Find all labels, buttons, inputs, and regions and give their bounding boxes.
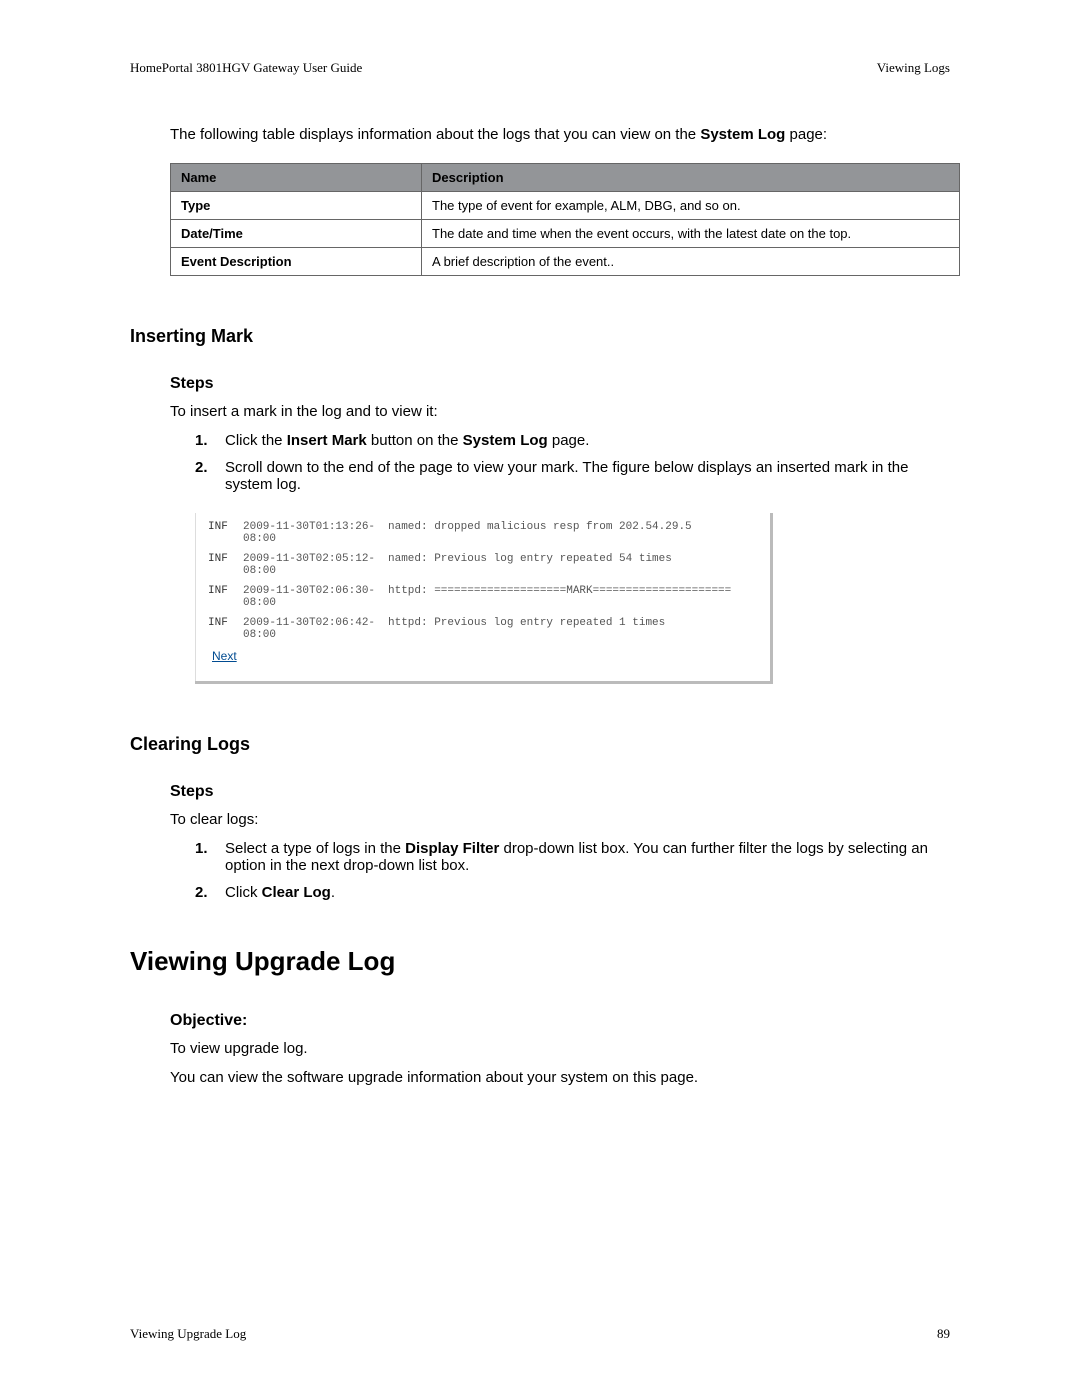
step-item: 1. Click the Insert Mark button on the S… xyxy=(195,432,950,449)
page-footer: Viewing Upgrade Log 89 xyxy=(130,1326,950,1342)
viewing-upgrade-log-heading: Viewing Upgrade Log xyxy=(130,946,950,977)
step-bold: Insert Mark xyxy=(287,432,367,449)
steps-heading: Steps xyxy=(170,783,950,801)
step-text: page. xyxy=(548,432,590,449)
step-text: Select a type of logs in the xyxy=(225,840,405,857)
intro-paragraph: The following table displays information… xyxy=(170,126,950,143)
intro-bold: System Log xyxy=(700,126,785,143)
objective-text: To view upgrade log. xyxy=(170,1040,950,1057)
table-row: Event Description A brief description of… xyxy=(171,248,960,276)
steps-heading: Steps xyxy=(170,375,950,393)
cell-name: Type xyxy=(171,192,422,220)
table-row: Date/Time The date and time when the eve… xyxy=(171,220,960,248)
log-screenshot: INF 2009-11-30T01:13:26-08:00 named: dro… xyxy=(195,513,773,684)
log-message: httpd: Previous log entry repeated 1 tim… xyxy=(388,617,758,641)
log-level: INF xyxy=(208,521,243,545)
log-timestamp: 2009-11-30T02:05:12-08:00 xyxy=(243,553,388,577)
step-text: Click xyxy=(225,884,262,901)
cell-desc: The type of event for example, ALM, DBG,… xyxy=(422,192,960,220)
log-level: INF xyxy=(208,585,243,609)
clearing-intro: To clear logs: xyxy=(170,811,950,828)
cell-name: Date/Time xyxy=(171,220,422,248)
step-bold: Display Filter xyxy=(405,840,499,857)
upgrade-description: You can view the software upgrade inform… xyxy=(170,1069,950,1086)
log-fields-table: Name Description Type The type of event … xyxy=(170,163,960,276)
objective-heading: Objective: xyxy=(170,1012,950,1030)
step-number: 2. xyxy=(195,459,208,476)
intro-text: The following table displays information… xyxy=(170,126,700,143)
header-right: Viewing Logs xyxy=(877,60,950,76)
log-row: INF 2009-11-30T02:06:30-08:00 httpd: ===… xyxy=(208,585,758,609)
log-level: INF xyxy=(208,617,243,641)
table-row: Type The type of event for example, ALM,… xyxy=(171,192,960,220)
log-message: named: Previous log entry repeated 54 ti… xyxy=(388,553,758,577)
log-row: INF 2009-11-30T02:05:12-08:00 named: Pre… xyxy=(208,553,758,577)
step-item: 2. Click Clear Log. xyxy=(195,884,950,901)
insert-intro: To insert a mark in the log and to view … xyxy=(170,403,950,420)
log-row: INF 2009-11-30T01:13:26-08:00 named: dro… xyxy=(208,521,758,545)
next-link[interactable]: Next xyxy=(212,649,758,663)
cell-desc: The date and time when the event occurs,… xyxy=(422,220,960,248)
step-text: button on the xyxy=(367,432,463,449)
step-item: 2. Scroll down to the end of the page to… xyxy=(195,459,950,493)
footer-page-number: 89 xyxy=(937,1326,950,1342)
step-number: 1. xyxy=(195,840,208,857)
col-desc-header: Description xyxy=(422,164,960,192)
log-message: named: dropped malicious resp from 202.5… xyxy=(388,521,758,545)
footer-left: Viewing Upgrade Log xyxy=(130,1326,246,1342)
step-text: . xyxy=(331,884,335,901)
step-number: 1. xyxy=(195,432,208,449)
log-message: httpd: ====================MARK=========… xyxy=(388,585,758,609)
step-text: Scroll down to the end of the page to vi… xyxy=(225,459,908,493)
clearing-logs-heading: Clearing Logs xyxy=(130,734,950,755)
log-level: INF xyxy=(208,553,243,577)
intro-suffix: page: xyxy=(785,126,827,143)
cell-desc: A brief description of the event.. xyxy=(422,248,960,276)
page-header: HomePortal 3801HGV Gateway User Guide Vi… xyxy=(130,60,950,76)
log-timestamp: 2009-11-30T01:13:26-08:00 xyxy=(243,521,388,545)
step-bold: System Log xyxy=(463,432,548,449)
step-bold: Clear Log xyxy=(262,884,331,901)
col-name-header: Name xyxy=(171,164,422,192)
log-timestamp: 2009-11-30T02:06:30-08:00 xyxy=(243,585,388,609)
log-timestamp: 2009-11-30T02:06:42-08:00 xyxy=(243,617,388,641)
step-item: 1. Select a type of logs in the Display … xyxy=(195,840,950,874)
log-row: INF 2009-11-30T02:06:42-08:00 httpd: Pre… xyxy=(208,617,758,641)
step-number: 2. xyxy=(195,884,208,901)
cell-name: Event Description xyxy=(171,248,422,276)
header-left: HomePortal 3801HGV Gateway User Guide xyxy=(130,60,362,76)
inserting-mark-heading: Inserting Mark xyxy=(130,326,950,347)
step-text: Click the xyxy=(225,432,287,449)
